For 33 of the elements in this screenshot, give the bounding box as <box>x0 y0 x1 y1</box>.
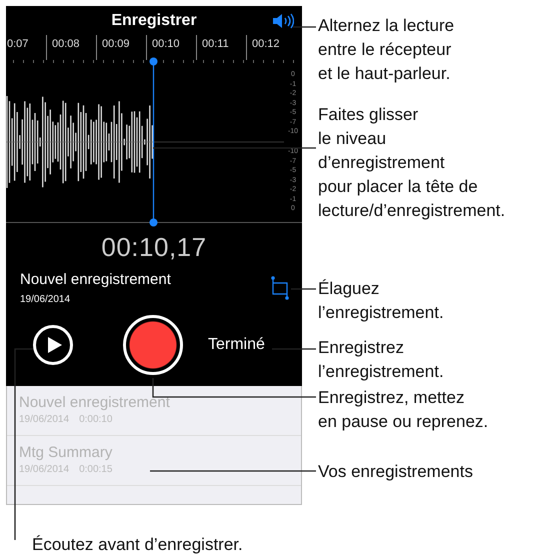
recording-duration: 0:00:10 <box>79 414 112 425</box>
callout-text: Alternez la lecture entre le récepteur et le haut-parleur. <box>318 15 454 85</box>
timeline-label: 00:11 <box>196 35 246 60</box>
callout-text: Faites glisser le niveau d’enregistrement pour placer la tête de lecture/d’enregistrement. <box>318 104 506 222</box>
callout-text: Écoutez avant d’enregistrer. <box>32 534 243 556</box>
done-button[interactable]: Terminé <box>208 336 265 354</box>
timeline-label: 00:08 <box>46 35 96 60</box>
recording-name: Nouvel enregistrement <box>20 271 171 288</box>
timeline-label: 00:12 <box>246 35 296 60</box>
play-icon <box>48 337 62 353</box>
leader-line <box>272 348 316 350</box>
callout-text: Enregistrez l’enregistrement. <box>318 337 444 383</box>
recording-date: 19/06/2014 <box>19 414 70 425</box>
callout-text: Élaguez l’enregistrement. <box>318 278 444 324</box>
recording-date: 19/06/2014 <box>20 294 72 305</box>
leader-line <box>293 26 316 28</box>
recording-duration: 0:00:15 <box>79 464 112 475</box>
speaker-icon[interactable] <box>272 13 294 29</box>
recording-name: Nouvel enregistrement <box>19 395 171 410</box>
play-button[interactable] <box>33 325 73 365</box>
recording-item[interactable]: Nouvel enregistrement 19/06/2014 0:00:10 <box>7 386 301 436</box>
screen-title: Enregistrer <box>111 12 197 30</box>
timeline-label: 00:09 <box>96 35 146 60</box>
elapsed-time: 00:10,17 <box>100 231 208 263</box>
recording-date: 19/06/2014 <box>19 464 70 475</box>
timeline-label: 0:07 <box>6 37 30 52</box>
callout-text: Enregistrez, mettez en pause ou reprenez. <box>318 387 488 433</box>
leader-line <box>291 288 316 290</box>
recording-item[interactable]: Mtg Summary 19/06/2014 0:00:15 <box>7 436 301 486</box>
callout-text: Vos enregistrements <box>318 461 473 483</box>
recording-name: Mtg Summary <box>19 445 114 460</box>
trim-icon[interactable] <box>270 275 290 301</box>
playhead-handle[interactable] <box>149 57 158 227</box>
